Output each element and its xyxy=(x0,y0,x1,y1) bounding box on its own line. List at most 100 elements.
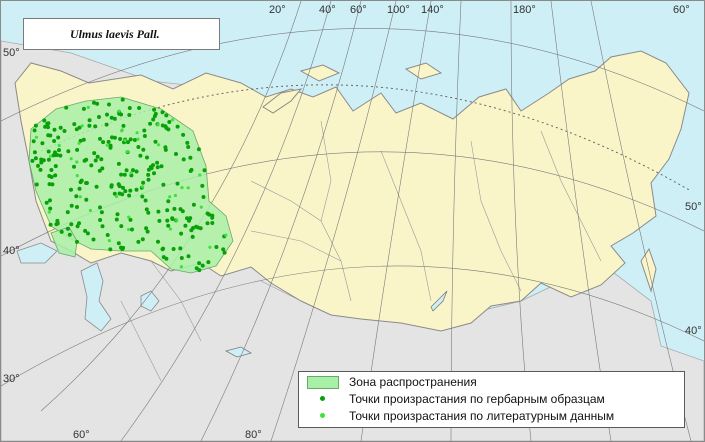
herbarium-point xyxy=(151,117,156,122)
legend-row-herbarium: Точки произрастания по гербарным образца… xyxy=(299,391,684,407)
herbarium-point xyxy=(83,228,88,233)
herbarium-point xyxy=(31,139,36,144)
herbarium-point xyxy=(144,207,149,212)
herbarium-point xyxy=(34,182,39,187)
herbarium-point xyxy=(136,145,141,149)
herbarium-point xyxy=(197,261,202,266)
herbarium-point xyxy=(77,186,82,191)
herbarium-point xyxy=(201,195,206,199)
herbarium-point xyxy=(196,225,200,230)
herbarium-point xyxy=(58,153,63,158)
herbarium-point xyxy=(134,169,139,174)
herbarium-point xyxy=(105,112,109,117)
herbarium-point xyxy=(89,163,94,168)
herbarium-point xyxy=(98,136,102,141)
literature-point xyxy=(69,157,73,161)
herbarium-point xyxy=(188,155,193,160)
herbarium-point xyxy=(124,168,129,173)
herbarium-point xyxy=(48,222,53,227)
herbarium-point xyxy=(164,113,169,118)
herbarium-point xyxy=(175,181,180,186)
herbarium-point xyxy=(75,147,80,152)
literature-dot-icon xyxy=(320,413,325,418)
herbarium-point xyxy=(121,185,125,190)
herbarium-point xyxy=(153,139,158,144)
herbarium-point xyxy=(77,221,81,226)
literature-point xyxy=(114,194,119,199)
herbarium-point xyxy=(189,228,194,233)
herbarium-point xyxy=(106,139,111,144)
herbarium-point xyxy=(32,150,37,155)
herbarium-point xyxy=(159,164,164,169)
left-lat-label: 50° xyxy=(3,47,20,59)
herbarium-point xyxy=(87,123,92,128)
literature-point xyxy=(129,171,133,175)
herbarium-point xyxy=(194,266,199,271)
herbarium-point xyxy=(66,149,71,154)
herbarium-point xyxy=(64,105,69,110)
herbarium-point xyxy=(93,124,98,129)
top-lon-label: 180° xyxy=(513,4,536,16)
literature-point xyxy=(49,154,53,158)
herbarium-point xyxy=(160,110,165,115)
herbarium-point xyxy=(130,227,134,232)
herbarium-point xyxy=(165,218,170,223)
arctic-island xyxy=(404,62,443,80)
herbarium-point xyxy=(196,147,201,152)
right-lat-label: 50° xyxy=(685,201,702,213)
herbarium-point xyxy=(91,237,96,242)
herbarium-point xyxy=(156,209,161,214)
herbarium-point xyxy=(152,107,157,112)
herbarium-point xyxy=(75,239,79,244)
literature-point xyxy=(86,105,90,109)
herbarium-point xyxy=(115,212,120,217)
herbarium-point xyxy=(105,233,110,237)
literature-point xyxy=(125,150,129,154)
herbarium-point xyxy=(95,154,100,159)
literature-point xyxy=(127,215,131,219)
legend-row-literature: Точки произрастания по литературным данн… xyxy=(299,408,684,424)
herbarium-point xyxy=(166,199,171,204)
herbarium-point xyxy=(109,183,114,188)
herbarium-point xyxy=(121,245,126,250)
herbarium-point xyxy=(44,200,49,205)
herbarium-point xyxy=(136,239,141,244)
herbarium-point xyxy=(67,232,72,237)
herbarium-point xyxy=(127,113,132,117)
herbarium-point xyxy=(48,198,52,203)
herbarium-point xyxy=(165,208,170,213)
herbarium-point xyxy=(116,182,121,187)
herbarium-point xyxy=(69,187,73,192)
arctic-island xyxy=(299,64,341,82)
literature-point xyxy=(198,173,202,177)
herbarium-point xyxy=(93,158,98,163)
herbarium-point xyxy=(160,123,165,128)
herbarium-point xyxy=(94,184,99,189)
herbarium-point xyxy=(52,139,57,143)
herbarium-point xyxy=(214,245,219,249)
literature-point xyxy=(120,129,124,133)
literature-point xyxy=(136,137,140,141)
herbarium-point xyxy=(120,97,125,102)
herbarium-point xyxy=(119,224,124,229)
herbarium-point xyxy=(141,147,146,152)
herbarium-point xyxy=(155,160,160,165)
legend: Зона распространения Точки произрастания… xyxy=(298,371,685,428)
herbarium-point xyxy=(43,124,48,129)
right-lat-label: 40° xyxy=(685,325,702,337)
herbarium-point xyxy=(179,231,184,236)
species-title: Ulmus laevis Pall. xyxy=(70,27,160,41)
literature-point xyxy=(105,143,109,147)
herbarium-point xyxy=(33,156,38,161)
top-lon-label: 60° xyxy=(350,4,367,16)
herbarium-point xyxy=(108,143,113,148)
herbarium-point xyxy=(146,172,151,177)
herbarium-point xyxy=(59,229,64,234)
herbarium-point xyxy=(56,135,61,140)
herbarium-point xyxy=(191,202,196,207)
herbarium-point xyxy=(53,173,58,178)
herbarium-point xyxy=(186,254,191,259)
legend-herbarium-label: Точки произрастания по гербарным образца… xyxy=(349,392,605,406)
herbarium-point xyxy=(98,218,103,222)
herbarium-point xyxy=(122,172,127,177)
